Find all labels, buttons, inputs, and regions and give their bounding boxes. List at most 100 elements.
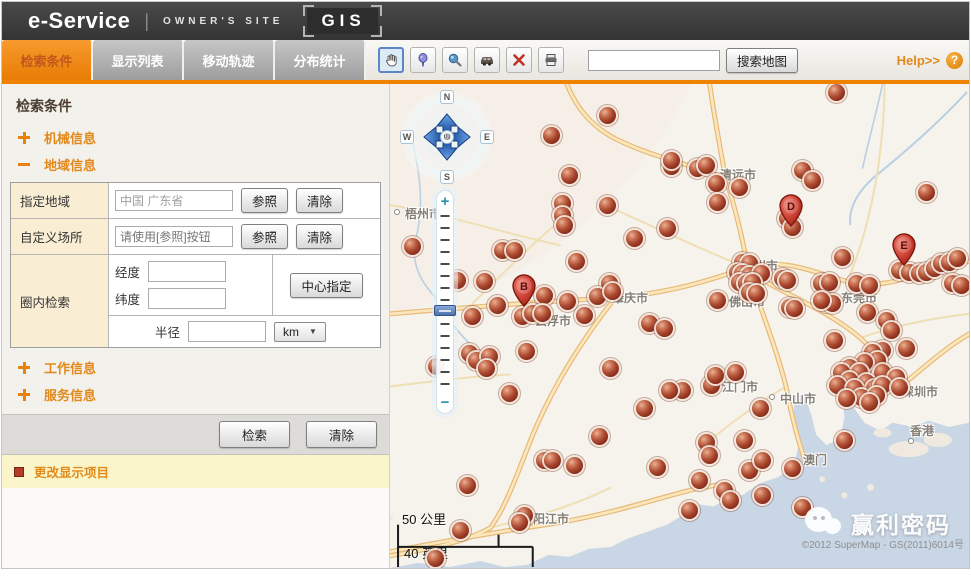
equipment-marker[interactable]: [752, 400, 769, 417]
equipment-marker[interactable]: [826, 332, 843, 349]
print-tool-button[interactable]: [538, 47, 564, 73]
search-button[interactable]: 检索: [219, 421, 290, 448]
equipment-marker[interactable]: [861, 277, 878, 294]
equipment-marker[interactable]: [656, 320, 673, 337]
map-search-input[interactable]: [588, 50, 720, 71]
equipment-marker[interactable]: [754, 452, 771, 469]
equipment-marker[interactable]: [543, 127, 560, 144]
equipment-marker[interactable]: [786, 300, 803, 317]
equipment-marker[interactable]: [898, 340, 915, 357]
help-question-icon[interactable]: ?: [946, 52, 963, 69]
equipment-marker[interactable]: [953, 277, 969, 294]
equipment-marker[interactable]: [698, 157, 715, 174]
pan-hand-tool-button[interactable]: [378, 47, 404, 73]
equipment-marker[interactable]: [544, 452, 561, 469]
equipment-marker[interactable]: [489, 297, 506, 314]
vehicle-tool-button[interactable]: [474, 47, 500, 73]
center-designate-button[interactable]: 中心指定: [290, 273, 362, 298]
map-compass-control[interactable]: N S W E: [400, 90, 494, 184]
equipment-marker[interactable]: [722, 492, 739, 509]
equipment-marker[interactable]: [626, 230, 643, 247]
section-service-info[interactable]: 服务信息: [2, 381, 389, 408]
equipment-marker[interactable]: [452, 522, 469, 539]
equipment-marker[interactable]: [707, 367, 724, 384]
equipment-marker[interactable]: [478, 360, 495, 377]
equipment-marker[interactable]: [501, 385, 518, 402]
equipment-marker[interactable]: [804, 172, 821, 189]
pan-east-arrow[interactable]: [452, 127, 470, 147]
equipment-marker[interactable]: [511, 514, 528, 531]
radius-unit-dropdown[interactable]: km ▼: [274, 322, 326, 342]
equipment-marker[interactable]: [599, 197, 616, 214]
equipment-marker[interactable]: [883, 322, 900, 339]
designated-region-input[interactable]: [115, 190, 233, 211]
equipment-marker[interactable]: [836, 432, 853, 449]
equipment-marker[interactable]: [821, 274, 838, 291]
pan-south-arrow[interactable]: [437, 142, 457, 160]
help-link[interactable]: Help>>: [897, 53, 940, 68]
equipment-marker[interactable]: [708, 175, 725, 192]
equipment-marker[interactable]: [727, 364, 744, 381]
equipment-marker[interactable]: [691, 472, 708, 489]
equipment-marker[interactable]: [709, 292, 726, 309]
zoom-slider[interactable]: + −: [436, 190, 454, 414]
equipment-marker[interactable]: [559, 293, 576, 310]
equipment-marker[interactable]: [536, 287, 553, 304]
tab-distribution-stats[interactable]: 分布统计: [275, 40, 366, 80]
equipment-marker[interactable]: [427, 550, 444, 567]
equipment-marker[interactable]: [736, 432, 753, 449]
equipment-marker[interactable]: [602, 360, 619, 377]
equipment-marker[interactable]: [731, 179, 748, 196]
equipment-marker[interactable]: [859, 304, 876, 321]
tab-movement-track[interactable]: 移动轨迹: [184, 40, 275, 80]
equipment-marker[interactable]: [404, 238, 421, 255]
equipment-marker[interactable]: [813, 292, 830, 309]
equipment-marker[interactable]: [591, 428, 608, 445]
section-region-info[interactable]: 地域信息: [2, 151, 389, 178]
equipment-marker[interactable]: [464, 308, 481, 325]
search-map-button[interactable]: 搜索地图: [726, 48, 798, 73]
zoom-in-button[interactable]: +: [437, 194, 453, 209]
equipment-marker[interactable]: [506, 242, 523, 259]
equipment-marker[interactable]: [576, 307, 593, 324]
pan-north-arrow[interactable]: [437, 114, 457, 132]
equipment-marker[interactable]: [709, 194, 726, 211]
equipment-marker[interactable]: [568, 253, 585, 270]
designated-ref-button[interactable]: 参照: [241, 188, 288, 213]
zoom-slider-handle[interactable]: [434, 305, 456, 316]
custom-ref-button[interactable]: 参照: [241, 224, 288, 249]
clear-button[interactable]: 清除: [306, 421, 377, 448]
custom-place-input[interactable]: [115, 226, 233, 247]
equipment-marker[interactable]: [828, 84, 845, 101]
change-display-items-bar[interactable]: 更改显示项目: [2, 455, 389, 488]
equipment-marker[interactable]: [861, 394, 878, 411]
equipment-marker[interactable]: [701, 447, 718, 464]
equipment-marker[interactable]: [949, 250, 966, 267]
equipment-marker[interactable]: [459, 477, 476, 494]
equipment-marker[interactable]: [659, 220, 676, 237]
equipment-marker[interactable]: [754, 487, 771, 504]
lettered-pin-B[interactable]: B: [512, 274, 536, 312]
zoom-out-button[interactable]: −: [437, 395, 453, 410]
tab-display-list[interactable]: 显示列表: [93, 40, 184, 80]
equipment-marker[interactable]: [636, 400, 653, 417]
zoom-search-tool-button[interactable]: [442, 47, 468, 73]
equipment-marker[interactable]: [599, 107, 616, 124]
equipment-marker[interactable]: [784, 460, 801, 477]
map-canvas[interactable]: 梧州市清远市肇庆市云浮市广州市佛山市东莞市江门市中山市深圳市香港澳门阳江市 BD…: [390, 84, 969, 568]
lettered-pin-E[interactable]: E: [892, 233, 916, 271]
equipment-marker[interactable]: [561, 167, 578, 184]
equipment-marker[interactable]: [834, 249, 851, 266]
lettered-pin-D[interactable]: D: [779, 194, 803, 232]
longitude-input[interactable]: [148, 261, 226, 282]
equipment-marker[interactable]: [556, 217, 573, 234]
designated-clear-button[interactable]: 清除: [296, 188, 343, 213]
equipment-marker[interactable]: [661, 382, 678, 399]
equipment-marker[interactable]: [918, 184, 935, 201]
section-machine-info[interactable]: 机械信息: [2, 124, 389, 151]
radius-input[interactable]: [188, 321, 266, 342]
delete-tool-button[interactable]: [506, 47, 532, 73]
equipment-marker[interactable]: [649, 459, 666, 476]
equipment-marker[interactable]: [566, 457, 583, 474]
section-work-info[interactable]: 工作信息: [2, 354, 389, 381]
